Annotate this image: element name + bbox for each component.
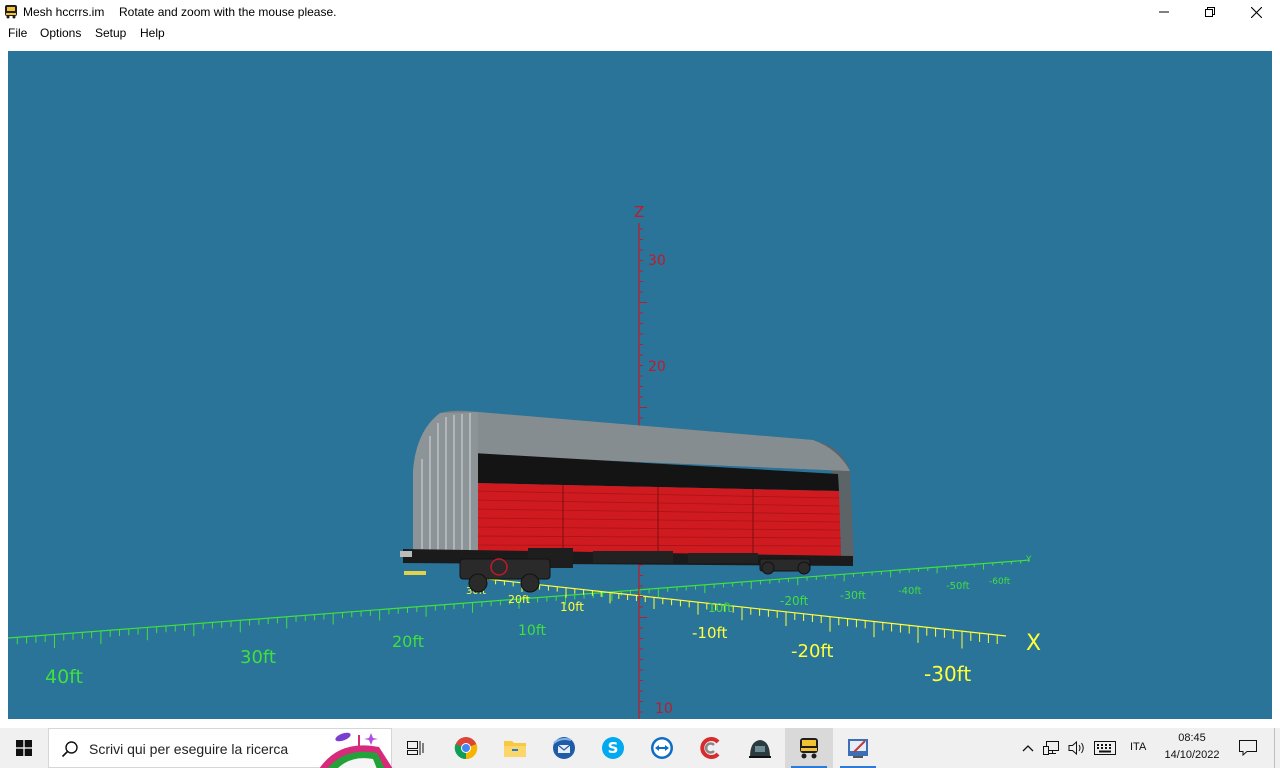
window-hint: Rotate and zoom with the mouse please. [119, 5, 337, 19]
teamviewer-button[interactable] [638, 728, 686, 768]
volume-button[interactable] [1066, 728, 1088, 768]
y-tick-label: 10ft [708, 601, 732, 615]
minimize-button[interactable] [1141, 0, 1187, 24]
x-tick-label: 30ft [240, 647, 276, 668]
editor-button[interactable] [834, 728, 882, 768]
app-icon [5, 5, 17, 19]
file-explorer-button[interactable] [491, 728, 539, 768]
clock-time[interactable]: 08:45 [1166, 732, 1218, 744]
editor-icon [848, 739, 868, 758]
mesh-viewer-icon [800, 738, 818, 759]
y-tick-label: -50ft [946, 581, 970, 592]
clock-date[interactable]: 14/10/2022 [1160, 749, 1224, 761]
folder-icon [504, 741, 526, 757]
menu-file[interactable]: File [7, 26, 28, 40]
show-hidden-icons-button[interactable] [1018, 728, 1038, 768]
chrome-button[interactable] [442, 728, 490, 768]
skype-icon: S [602, 737, 624, 759]
search-highlight-art [319, 732, 393, 768]
chrome-icon [454, 737, 478, 760]
x-tick-label: -20ft [791, 641, 833, 662]
x-axis-label: X [1026, 631, 1041, 656]
thunderbird-button[interactable] [540, 728, 588, 768]
x-tick-label: 40ft [45, 666, 83, 688]
skype-button[interactable]: S [589, 728, 637, 768]
network-button[interactable] [1041, 728, 1063, 768]
task-view-icon [407, 741, 424, 755]
window-title: Mesh hccrrs.im [23, 5, 105, 19]
restore-icon [1205, 7, 1215, 17]
touch-keyboard-button[interactable] [1092, 728, 1118, 768]
chevron-up-icon [1022, 745, 1034, 752]
y-tick-label: -40ft [898, 586, 922, 597]
z-axis-label: Z [634, 203, 644, 221]
task-view-button[interactable] [392, 728, 440, 768]
train-sim-button[interactable] [736, 728, 784, 768]
ccleaner-button[interactable] [687, 728, 735, 768]
menu-options[interactable]: Options [39, 26, 82, 40]
teamviewer-icon [651, 737, 673, 759]
title-bar: Mesh hccrrs.im Rotate and zoom with the … [0, 0, 1280, 24]
taskbar: Scrivi qui per eseguire la ricerca S ITA… [0, 728, 1280, 768]
network-icon [1043, 741, 1059, 755]
train-sim-icon [749, 740, 771, 758]
x-tick-label: 10ft [518, 623, 546, 639]
svg-text:S: S [608, 739, 619, 757]
ccleaner-icon [700, 737, 720, 759]
z-tick-label: 10 [655, 701, 673, 717]
menu-help[interactable]: Help [139, 26, 166, 40]
scene[interactable]: Y X Z 40ft 30ft 20ft 10ft -10ft -20ft -3… [8, 51, 1272, 719]
restore-button[interactable] [1187, 0, 1233, 24]
search-box[interactable]: Scrivi qui per eseguire la ricerca [48, 728, 393, 768]
y-tick-label: -60ft [989, 577, 1011, 587]
x-tick-label: 20ft [392, 632, 424, 651]
y-tick-label: 20ft [508, 593, 531, 606]
start-button[interactable] [0, 728, 48, 768]
speaker-icon [1068, 740, 1084, 756]
x-tick-label: -30ft [924, 662, 971, 686]
search-icon [61, 741, 78, 758]
y-tick-label: 10ft [560, 600, 584, 614]
notification-icon [1239, 740, 1257, 756]
menu-setup[interactable]: Setup [94, 26, 127, 40]
3d-viewport[interactable]: Y X Z 40ft 30ft 20ft 10ft -10ft -20ft -3… [8, 51, 1272, 719]
action-center-button[interactable] [1228, 728, 1268, 768]
x-tick-label: -10ft [692, 624, 728, 642]
minimize-icon [1159, 11, 1169, 13]
windows-icon [16, 740, 32, 756]
show-desktop-button[interactable] [1274, 728, 1280, 768]
wagon-model[interactable] [400, 410, 854, 593]
close-icon [1250, 6, 1262, 18]
z-tick-label: 30 [648, 253, 666, 269]
keyboard-icon [1094, 741, 1116, 755]
search-placeholder: Scrivi qui per eseguire la ricerca [89, 741, 289, 757]
close-button[interactable] [1233, 0, 1279, 24]
z-tick-label: 20 [648, 359, 666, 375]
thunderbird-icon [553, 737, 575, 759]
mesh-viewer-button[interactable] [785, 728, 833, 768]
menu-bar: File Options Setup Help [0, 24, 1280, 42]
y-axis-label: Y [1025, 555, 1032, 565]
y-tick-label: -30ft [840, 589, 867, 602]
input-language[interactable]: ITA [1130, 741, 1146, 753]
y-tick-label: -20ft [780, 594, 809, 608]
